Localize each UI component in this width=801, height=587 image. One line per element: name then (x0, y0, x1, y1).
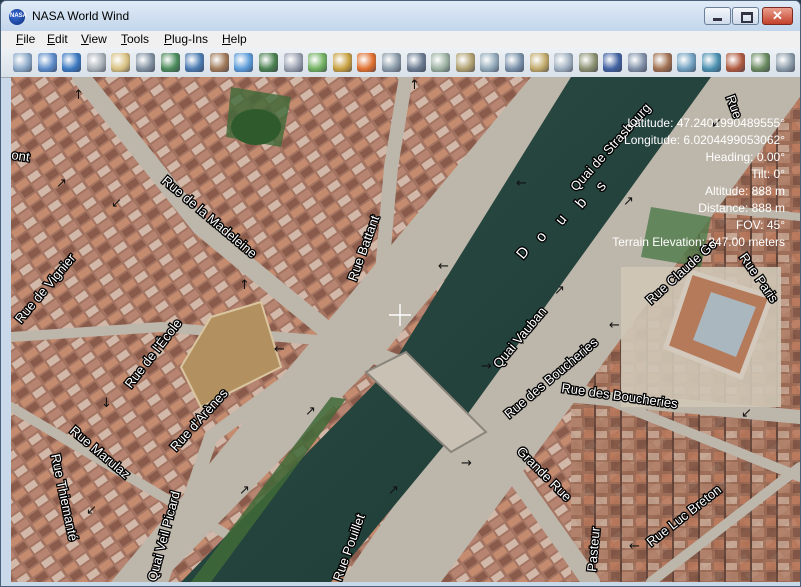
flag-icon[interactable] (677, 53, 697, 72)
one-way-arrow: ← (438, 259, 449, 274)
hud-heading: Heading: 0.00° (705, 150, 785, 164)
status-bar (1, 582, 800, 586)
maximize-button[interactable] (732, 7, 759, 25)
globe-net-icon[interactable] (701, 53, 721, 72)
one-way-arrow: ← (274, 342, 285, 357)
compass-cross-icon[interactable] (37, 53, 57, 72)
one-way-arrow: ↑ (409, 78, 420, 93)
close-button[interactable]: ✕ (762, 7, 793, 25)
menu-view[interactable]: View (81, 32, 107, 46)
one-way-arrow: ↙ (111, 196, 122, 211)
hud-altitude: Altitude: 888 m (705, 184, 785, 198)
one-way-arrow: ↑ (73, 88, 84, 103)
toolbar (1, 48, 800, 78)
tools-icon[interactable] (652, 53, 672, 72)
map-icon[interactable] (308, 53, 328, 72)
image-icon[interactable] (480, 53, 500, 72)
wms-icon[interactable] (726, 53, 746, 72)
earth-icon[interactable] (185, 53, 205, 72)
menu-edit[interactable]: Edit (47, 32, 68, 46)
palette-icon[interactable] (332, 53, 352, 72)
menu-file[interactable]: File (16, 32, 35, 46)
scale-icon[interactable] (554, 53, 574, 72)
globe-grid-icon[interactable] (62, 53, 82, 72)
menu-help[interactable]: Help (222, 32, 247, 46)
hud-fov: FOV: 45° (736, 218, 785, 232)
layer-icon[interactable] (382, 53, 401, 72)
one-way-arrow: ← (609, 318, 620, 333)
one-way-arrow: ↗ (239, 483, 250, 498)
search-icon[interactable] (603, 53, 623, 72)
tile-icon[interactable] (455, 53, 475, 72)
one-way-arrow: ↙ (741, 406, 752, 421)
one-way-arrow: ← (629, 539, 640, 554)
one-way-arrow: ↓ (101, 396, 112, 411)
hud-longitude: Longitude: 6.0204499053062° (624, 133, 785, 147)
one-way-arrow: ↗ (305, 404, 316, 419)
map-view[interactable]: Quai de Strasbourg Rue de la Madeleine Rue… (11, 77, 800, 582)
home-icon[interactable] (111, 53, 131, 72)
measure-icon[interactable] (628, 53, 647, 72)
street-label: ont (11, 147, 31, 164)
hud-tilt: Tilt: 0° (751, 167, 785, 181)
hud-latitude: Latitude: 47.2401990489555° (627, 116, 785, 130)
one-way-arrow: ↗ (56, 176, 67, 191)
hud-terrain-elevation: Terrain Elevation: 247.00 meters (612, 235, 785, 249)
one-way-arrow: → (461, 456, 472, 471)
one-way-arrow: → (481, 359, 492, 374)
landsat-icon[interactable] (209, 53, 229, 72)
rainbow-icon[interactable] (357, 53, 377, 72)
settings-icon[interactable] (775, 53, 795, 72)
planet-icon[interactable] (160, 53, 180, 72)
earth-small-icon[interactable] (259, 53, 278, 72)
title-bar[interactable]: NASA NASA World Wind ✕ (1, 1, 800, 31)
grid-icon[interactable] (406, 53, 426, 72)
menu-tools[interactable]: Tools (121, 32, 149, 46)
clock-icon[interactable] (86, 53, 106, 72)
one-way-arrow: ↗ (623, 194, 634, 209)
one-way-arrow: ← (516, 176, 527, 191)
cloud-icon[interactable] (283, 53, 303, 72)
terrain-icon[interactable] (751, 53, 770, 72)
image2-icon[interactable] (505, 53, 524, 72)
one-way-arrow: ↗ (554, 283, 565, 298)
zoom-icon[interactable] (136, 53, 155, 72)
nasa-logo-icon: NASA (9, 9, 27, 25)
window-title: NASA World Wind (32, 9, 130, 23)
minimize-button[interactable] (704, 7, 731, 25)
tree-cluster (231, 109, 281, 145)
photo-icon[interactable] (431, 53, 451, 72)
ruler-icon[interactable] (578, 53, 598, 72)
app-window: NASA NASA World Wind ✕ File Edit View To… (0, 0, 801, 587)
one-way-arrow: ↙ (86, 503, 97, 518)
menu-plug-ins[interactable]: Plug-Ins (164, 32, 208, 46)
one-way-arrow: ↑ (239, 278, 250, 293)
lat-long-icon[interactable] (529, 53, 549, 72)
star-icon[interactable] (13, 53, 32, 72)
globe-icon[interactable] (234, 53, 254, 72)
one-way-arrow: ↗ (388, 483, 399, 498)
menu-bar: File Edit View Tools Plug-Ins Help (1, 31, 800, 48)
hud-distance: Distance: 888 m (698, 201, 785, 215)
